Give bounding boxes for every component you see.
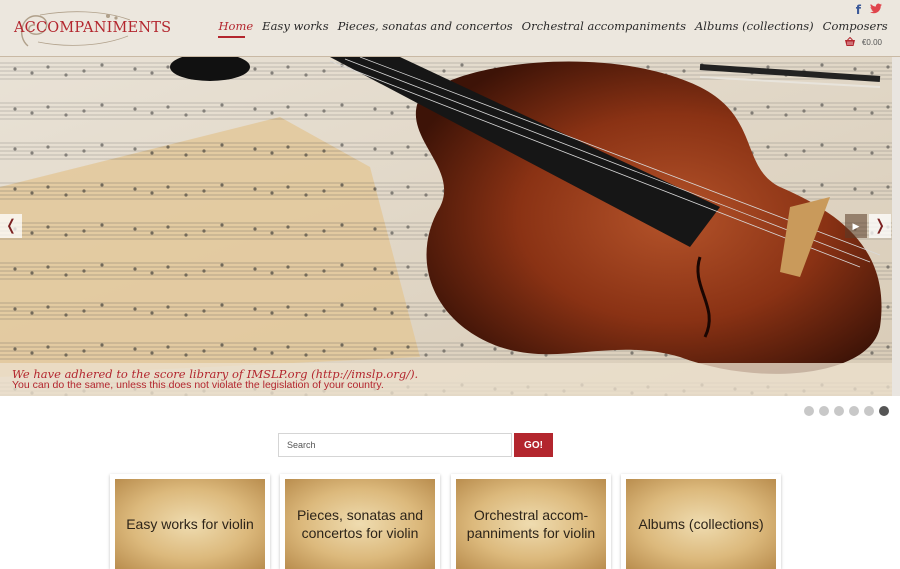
category-card-image: Orchestral accom-panniments for violin [456, 479, 606, 569]
category-card-label: Orchestral accom-panniments for violin [466, 507, 596, 541]
slider-dot[interactable] [819, 406, 829, 416]
nav-item-pieces[interactable]: Pieces, sonatas and concertos [333, 19, 517, 33]
category-card-label: Easy works for violin [126, 516, 254, 532]
nav-active-indicator [218, 36, 245, 38]
slider-pagination [804, 406, 889, 416]
nav-item-home[interactable]: Home [214, 19, 258, 33]
slider-dot[interactable] [849, 406, 859, 416]
main-nav: Home Easy works Pieces, sonatas and conc… [214, 19, 892, 33]
search-go-button[interactable]: GO! [514, 433, 553, 457]
site-header: ACCOMPANIMENTS Home Easy works Pieces, s… [0, 0, 900, 57]
search-input[interactable] [278, 433, 512, 457]
hero-slider: We have adhered to the score library of … [0, 57, 900, 396]
category-card-image: Easy works for violin [115, 479, 265, 569]
logo-text: ACCOMPANIMENTS [14, 20, 172, 36]
slider-dot[interactable] [864, 406, 874, 416]
hero-caption-line2: You can do the same, unless this does no… [12, 379, 384, 391]
nav-item-albums[interactable]: Albums (collections) [690, 19, 818, 33]
facebook-icon[interactable]: f [856, 3, 861, 17]
category-card-albums[interactable]: Albums (collections) [621, 474, 781, 569]
site-logo[interactable]: ACCOMPANIMENTS [8, 6, 171, 52]
slider-next-button[interactable]: ❭ [869, 214, 891, 238]
nav-item-orchestral[interactable]: Orchestral accompaniments [517, 19, 690, 33]
slider-dot[interactable] [834, 406, 844, 416]
category-card-easy-works[interactable]: Easy works for violin [110, 474, 270, 569]
cart[interactable]: €0.00 [844, 37, 882, 47]
social-links: f [856, 3, 882, 17]
violin-sheet-music-image [0, 57, 900, 396]
slider-prev-button[interactable]: ❬ [0, 214, 22, 238]
twitter-icon[interactable] [870, 3, 882, 17]
nav-item-composers[interactable]: Composers [818, 19, 892, 33]
nav-item-easy-works[interactable]: Easy works [258, 19, 333, 33]
category-card-label: Pieces, sonatas and concertos for violin [296, 507, 424, 541]
hero-edge [892, 57, 900, 396]
slider-dot[interactable] [804, 406, 814, 416]
category-card-label: Albums (collections) [638, 516, 764, 532]
category-card-image: Albums (collections) [626, 479, 776, 569]
category-card-pieces[interactable]: Pieces, sonatas and concertos for violin [280, 474, 440, 569]
cart-total: €0.00 [861, 37, 882, 47]
category-card-image: Pieces, sonatas and concertos for violin [285, 479, 435, 569]
basket-icon [844, 37, 855, 46]
slider-dot-active[interactable] [879, 406, 889, 416]
category-card-orchestral[interactable]: Orchestral accom-panniments for violin [451, 474, 611, 569]
slider-play-button[interactable]: ▶ [845, 214, 867, 238]
